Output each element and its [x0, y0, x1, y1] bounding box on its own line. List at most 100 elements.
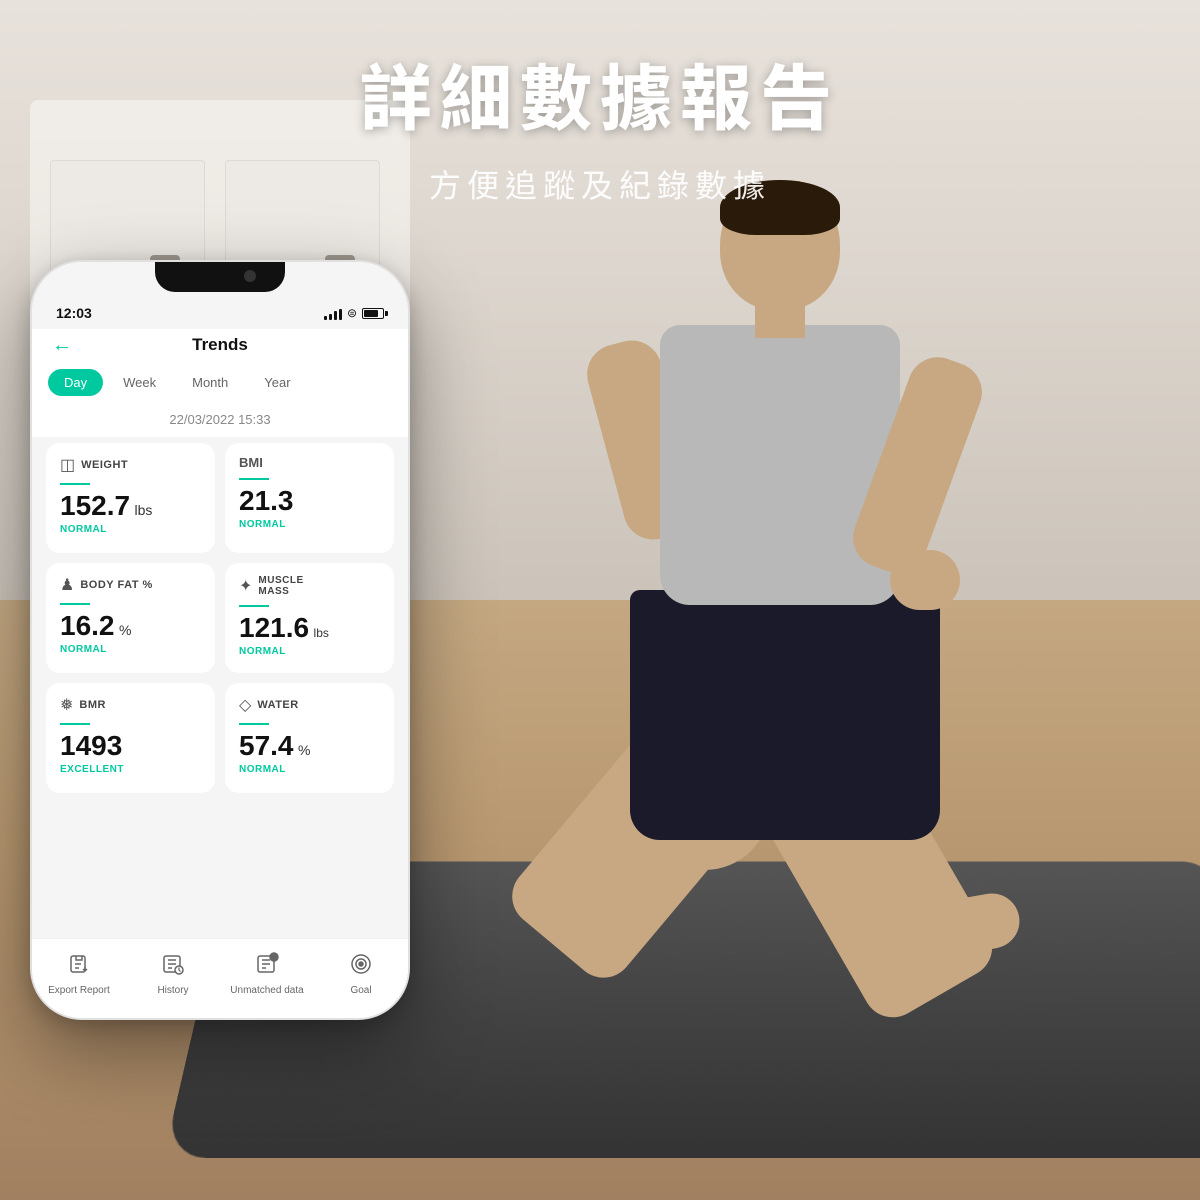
wifi-icon: ⊜ [347, 306, 357, 320]
muscle-label: MUSCLEMASS [258, 575, 303, 597]
metric-header-water: ◇ WATER [239, 695, 380, 715]
weight-unit: lbs [135, 502, 153, 518]
tab-week[interactable]: Week [107, 369, 172, 396]
weight-icon: ◫ [60, 455, 75, 475]
signal-bar-1 [324, 316, 327, 320]
signal-bar-2 [329, 314, 332, 320]
metrics-grid: ◫ WEIGHT 152.7 lbs NORMAL [32, 443, 408, 793]
muscle-icon: ✦ [239, 576, 252, 596]
metric-header-weight: ◫ WEIGHT [60, 455, 201, 475]
metric-header-muscle: ✦ MUSCLEMASS [239, 575, 380, 597]
battery-icon [362, 308, 384, 319]
bodyfat-value-row: 16.2 % [60, 611, 201, 642]
tab-month[interactable]: Month [176, 369, 244, 396]
metric-card-water[interactable]: ◇ WATER 57.4 % NORMAL [225, 683, 394, 793]
shorts [630, 590, 940, 840]
screen-content: ← Trends Day Week Month Year 22/03/2022 … [32, 329, 408, 1018]
status-icons: ⊜ [324, 306, 384, 320]
bodyfat-divider [60, 603, 90, 605]
water-unit: % [298, 742, 310, 758]
nav-goal[interactable]: Goal [314, 952, 408, 996]
app-title: Trends [192, 335, 248, 355]
weight-label: WEIGHT [81, 459, 128, 471]
metric-header-bmr: ❅ BMR [60, 695, 201, 715]
status-time: 12:03 [56, 305, 92, 321]
water-status: NORMAL [239, 764, 380, 775]
weight-divider [60, 483, 90, 485]
metric-header-bmi: BMI [239, 455, 380, 470]
battery-fill [364, 310, 378, 317]
bodyfat-icon: ♟ [60, 575, 74, 595]
unmatched-label: Unmatched data [230, 985, 303, 996]
weight-status: NORMAL [60, 524, 201, 535]
bodyfat-value: 16.2 [60, 610, 115, 641]
export-report-label: Export Report [48, 985, 110, 996]
signal-bar-4 [339, 309, 342, 320]
water-label: WATER [257, 699, 298, 711]
goal-icon [349, 952, 373, 982]
tabs-bar: Day Week Month Year [32, 361, 408, 404]
history-icon [161, 952, 185, 982]
history-label: History [157, 985, 188, 996]
bmr-status: EXCELLENT [60, 764, 201, 775]
weight-value: 152.7 [60, 490, 130, 521]
bmi-status: NORMAL [239, 519, 380, 530]
sub-title: 方便追蹤及紀錄數據 [0, 161, 1200, 207]
goal-label: Goal [350, 985, 371, 996]
nav-export-report[interactable]: Export Report [32, 952, 126, 996]
metric-card-bmr[interactable]: ❅ BMR 1493 EXCELLENT [46, 683, 215, 793]
phone-notch [155, 262, 285, 292]
bmr-label: BMR [79, 699, 106, 711]
muscle-status: NORMAL [239, 646, 380, 657]
bmi-divider [239, 478, 269, 480]
signal-bars [324, 306, 342, 320]
app-header: ← Trends [32, 329, 408, 361]
weight-value-row: 152.7 lbs [60, 491, 201, 522]
bottom-nav: Export Report History [32, 938, 408, 1018]
bmr-value-row: 1493 [60, 731, 201, 762]
water-divider [239, 723, 269, 725]
muscle-value-row: 121.6 lbs [239, 613, 380, 644]
water-value-row: 57.4 % [239, 731, 380, 762]
metrics-area: ◫ WEIGHT 152.7 lbs NORMAL [32, 437, 408, 1018]
person-body [550, 180, 1050, 1030]
metric-card-weight[interactable]: ◫ WEIGHT 152.7 lbs NORMAL [46, 443, 215, 553]
main-title: 詳細數據報告 [0, 40, 1200, 145]
bmi-icon: BMI [239, 455, 263, 470]
metric-header-bodyfat: ♟ BODY FAT % [60, 575, 201, 595]
hand-right [890, 550, 960, 610]
phone-screen: 12:03 ⊜ ← [32, 262, 408, 1018]
muscle-unit: lbs [314, 626, 329, 640]
nav-unmatched[interactable]: ? Unmatched data [220, 952, 314, 996]
muscle-divider [239, 605, 269, 607]
signal-bar-3 [334, 311, 337, 320]
bodyfat-unit: % [119, 622, 131, 638]
person [450, 180, 1150, 1080]
metric-card-bodyfat[interactable]: ♟ BODY FAT % 16.2 % NORMAL [46, 563, 215, 673]
bmr-divider [60, 723, 90, 725]
bodyfat-status: NORMAL [60, 644, 201, 655]
header-text-area: 詳細數據報告 方便追蹤及紀錄數據 [0, 40, 1200, 207]
export-report-icon [67, 952, 91, 982]
status-bar: 12:03 ⊜ [32, 297, 408, 329]
back-button[interactable]: ← [52, 334, 72, 357]
bmr-icon: ❅ [60, 695, 73, 715]
tab-day[interactable]: Day [48, 369, 103, 396]
bmi-value: 21.3 [239, 485, 294, 516]
phone: 12:03 ⊜ ← [30, 260, 410, 1020]
svg-text:?: ? [272, 956, 276, 962]
metric-card-muscle[interactable]: ✦ MUSCLEMASS 121.6 lbs NORMAL [225, 563, 394, 673]
date-display: 22/03/2022 15:33 [32, 404, 408, 437]
muscle-value: 121.6 [239, 612, 309, 643]
tab-year[interactable]: Year [248, 369, 306, 396]
metric-card-bmi[interactable]: BMI 21.3 NORMAL [225, 443, 394, 553]
bmi-value-row: 21.3 [239, 486, 380, 517]
phone-container: 12:03 ⊜ ← [30, 260, 410, 1020]
bodyfat-label: BODY FAT % [80, 579, 152, 591]
unmatched-icon: ? [255, 952, 279, 982]
nav-history[interactable]: History [126, 952, 220, 996]
torso [660, 325, 900, 605]
water-icon: ◇ [239, 695, 251, 715]
phone-camera [244, 270, 256, 282]
water-value: 57.4 [239, 730, 294, 761]
